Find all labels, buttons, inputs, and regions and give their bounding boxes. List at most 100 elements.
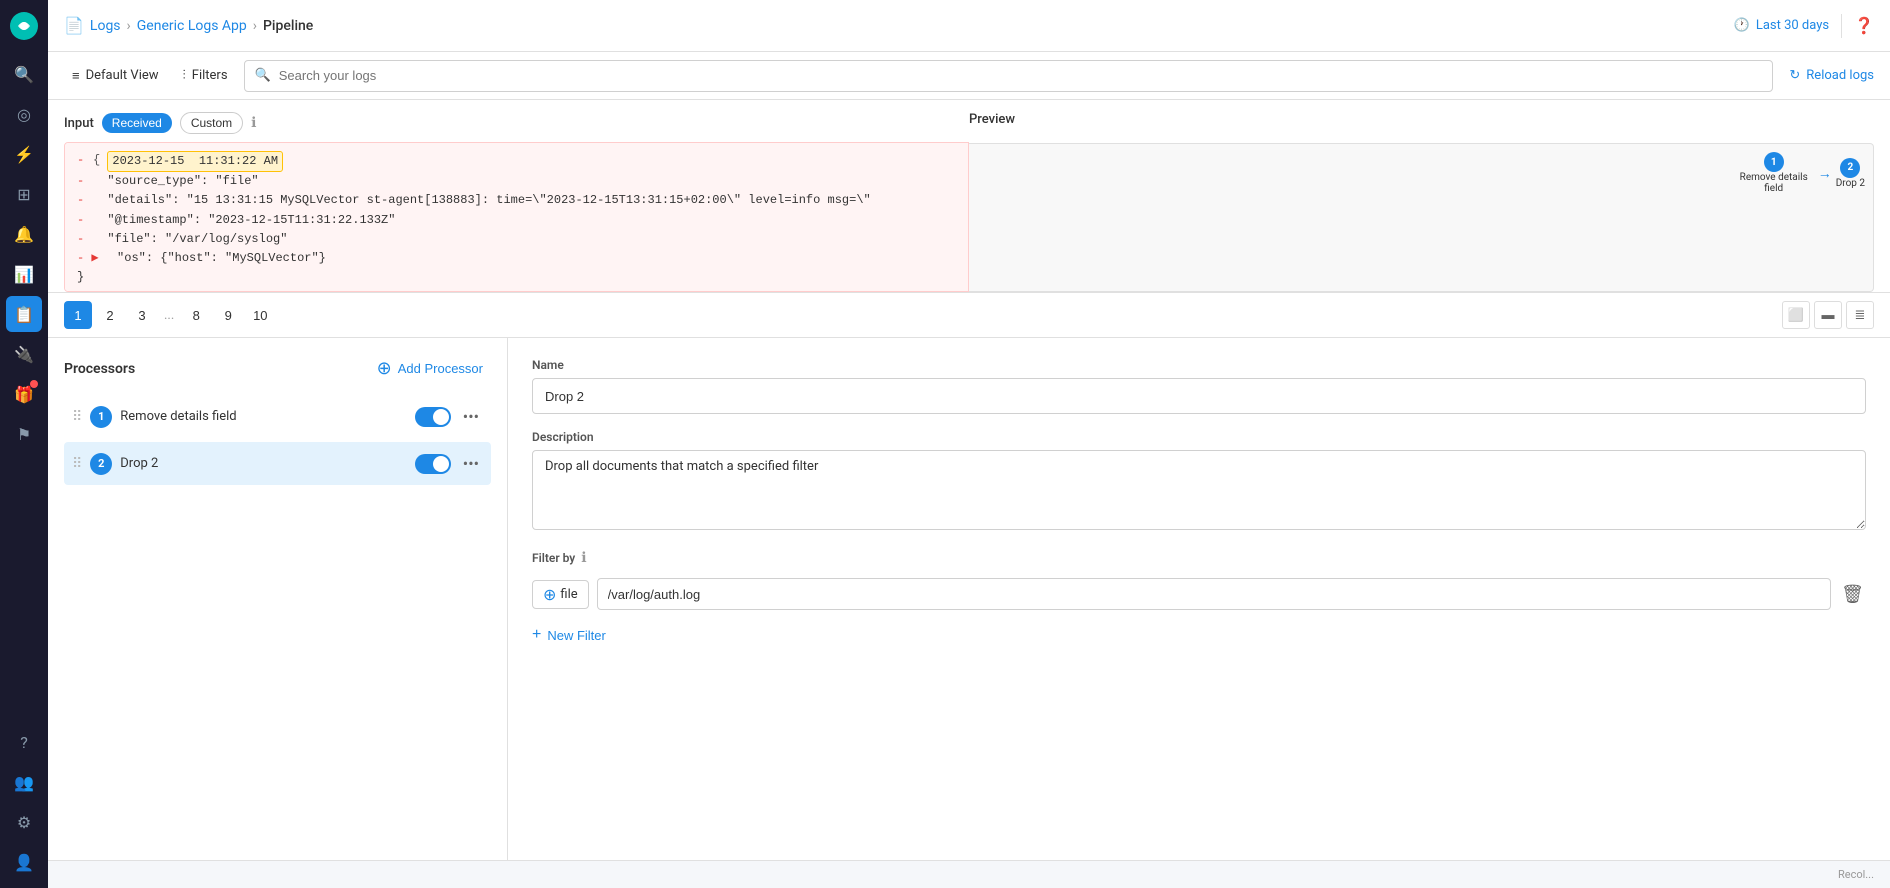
gift-icon: 🎁 bbox=[14, 385, 34, 404]
step2-badge[interactable]: 2 bbox=[1840, 158, 1860, 178]
filter-info-icon[interactable]: ℹ bbox=[581, 550, 586, 566]
page-btn-8[interactable]: 8 bbox=[182, 301, 210, 329]
search-bar-icon: 🔍 bbox=[255, 68, 271, 83]
input-preview-section: Input Received Custom ℹ - { 2023-12-15 1… bbox=[48, 100, 1890, 293]
sidebar-item-gift[interactable]: 🎁 bbox=[6, 376, 42, 412]
toggle-2[interactable] bbox=[415, 454, 451, 474]
tab-received[interactable]: Received bbox=[102, 113, 172, 133]
reload-button[interactable]: ↻ Reload logs bbox=[1789, 68, 1874, 83]
expand-icon: ⬜ bbox=[1788, 308, 1804, 323]
add-processor-button[interactable]: ⊕ Add Processor bbox=[369, 354, 491, 383]
filter-delete-button[interactable]: 🗑 bbox=[1839, 582, 1866, 607]
sidebar-item-flag[interactable]: ⚑ bbox=[6, 416, 42, 452]
clock-icon: 🕐 bbox=[1734, 18, 1750, 33]
page-btn-3[interactable]: 3 bbox=[128, 301, 156, 329]
page-btn-1[interactable]: 1 bbox=[64, 301, 92, 329]
bell-icon: 🔔 bbox=[14, 225, 34, 244]
dashboard-icon: 📊 bbox=[14, 265, 34, 284]
processor-name-2: Drop 2 bbox=[120, 456, 407, 471]
page-btn-9[interactable]: 9 bbox=[214, 301, 242, 329]
integrations-icon: 🔌 bbox=[14, 345, 34, 364]
processor-item-2[interactable]: ⠿ 2 Drop 2 ••• bbox=[64, 442, 491, 485]
drag-handle-1[interactable]: ⠿ bbox=[72, 409, 82, 425]
processors-section: Processors ⊕ Add Processor ⠿ 1 Remove de… bbox=[48, 338, 1890, 860]
description-textarea[interactable]: Drop all documents that match a specifie… bbox=[532, 450, 1866, 530]
bottom-hint: Recol... bbox=[1838, 868, 1874, 881]
bottom-bar: Recol... bbox=[48, 860, 1890, 888]
more-btn-1[interactable]: ••• bbox=[459, 405, 483, 428]
code-line-6: - ▶ "os": {"host": "MySQLVector"} bbox=[77, 249, 956, 268]
pipeline-steps: 1 Remove details field → 2 Drop 2 bbox=[1734, 152, 1865, 194]
description-label: Description bbox=[532, 430, 1866, 444]
preview-panel: 1 Remove details field → 2 Drop 2 bbox=[969, 143, 1874, 292]
step1-badge[interactable]: 1 bbox=[1764, 152, 1784, 172]
toggle-1[interactable] bbox=[415, 407, 451, 427]
name-input[interactable] bbox=[532, 378, 1866, 414]
breadcrumb-current: Pipeline bbox=[263, 18, 313, 34]
sidebar-item-dashboard[interactable]: 📊 bbox=[6, 256, 42, 292]
sidebar-item-lightning[interactable]: ⚡ bbox=[6, 136, 42, 172]
step2-label[interactable]: Drop 2 bbox=[1836, 178, 1865, 189]
sidebar-item-search[interactable]: 🔍 bbox=[6, 56, 42, 92]
breadcrumb-app-link[interactable]: Generic Logs App bbox=[137, 18, 247, 34]
view-icon-expanded[interactable]: ⬜ bbox=[1782, 301, 1810, 329]
sidebar-item-user[interactable]: 👤 bbox=[6, 844, 42, 880]
processor-item-1[interactable]: ⠿ 1 Remove details field ••• bbox=[64, 395, 491, 438]
topbar-help-icon[interactable]: ❓ bbox=[1854, 16, 1874, 35]
processors-title: Processors bbox=[64, 361, 135, 377]
topbar: 📄 Logs › Generic Logs App › Pipeline 🕐 L… bbox=[48, 0, 1890, 52]
sidebar-item-help[interactable]: ? bbox=[6, 724, 42, 760]
view-icons: ⬜ ▬ ≣ bbox=[1782, 301, 1874, 329]
time-range-label: Last 30 days bbox=[1756, 18, 1829, 33]
breadcrumb-logs-link[interactable]: Logs bbox=[90, 18, 121, 34]
settings-icon: ⚙ bbox=[17, 813, 31, 832]
topbar-right: 🕐 Last 30 days ❓ bbox=[1734, 14, 1874, 38]
more-btn-2[interactable]: ••• bbox=[459, 452, 483, 475]
topbar-divider bbox=[1841, 14, 1842, 38]
timestamp-highlight: 2023-12-15 11:31:22 AM bbox=[107, 151, 283, 172]
processor-name-1: Remove details field bbox=[120, 409, 407, 424]
sidebar-item-bell[interactable]: 🔔 bbox=[6, 216, 42, 252]
code-line-2: - "source_type": "file" bbox=[77, 172, 956, 191]
filter-by-row: Filter by ℹ bbox=[532, 550, 1866, 566]
drag-handle-2[interactable]: ⠿ bbox=[72, 456, 82, 472]
input-panel: - { 2023-12-15 11:31:22 AM - "source_typ… bbox=[64, 142, 969, 292]
preview-label: Preview bbox=[969, 112, 1015, 135]
sidebar: 🔍 ◎ ⚡ ⊞ 🔔 📊 📋 🔌 🎁 ⚑ ? 👥 ⚙ 👤 bbox=[0, 0, 48, 888]
page-btn-10[interactable]: 10 bbox=[246, 301, 274, 329]
view-icon-list[interactable]: ≣ bbox=[1846, 301, 1874, 329]
filter-field-name: file bbox=[560, 587, 577, 602]
new-filter-button[interactable]: + New Filter bbox=[532, 622, 606, 648]
step1-label[interactable]: Remove details field bbox=[1734, 172, 1814, 194]
filter-field-plus-icon: ⊕ bbox=[543, 585, 556, 604]
default-view-button[interactable]: ≡ Default View bbox=[64, 64, 167, 88]
view-icon-compact[interactable]: ▬ bbox=[1814, 301, 1842, 329]
new-filter-plus-icon: + bbox=[532, 626, 541, 644]
sidebar-item-integrations[interactable]: 🔌 bbox=[6, 336, 42, 372]
time-range-selector[interactable]: 🕐 Last 30 days bbox=[1734, 18, 1829, 33]
user-icon: 👤 bbox=[14, 853, 34, 872]
sidebar-item-observability[interactable]: ◎ bbox=[6, 96, 42, 132]
sidebar-item-team[interactable]: 👥 bbox=[6, 764, 42, 800]
breadcrumb: 📄 Logs › Generic Logs App › Pipeline bbox=[64, 16, 313, 35]
input-label: Input bbox=[64, 116, 94, 131]
compact-icon: ▬ bbox=[1822, 307, 1835, 323]
filter-value-input[interactable] bbox=[597, 578, 1831, 610]
code-line-1: - { 2023-12-15 11:31:22 AM bbox=[77, 151, 956, 172]
plus-icon: ⊕ bbox=[377, 358, 392, 379]
detail-panel: Name Description Drop all documents that… bbox=[508, 338, 1890, 860]
filter-field-tag[interactable]: ⊕ file bbox=[532, 580, 589, 609]
code-line-4: - "@timestamp": "2023-12-15T11:31:22.133… bbox=[77, 211, 956, 230]
filters-button[interactable]: ⫶ Filters bbox=[183, 68, 228, 83]
observability-icon: ◎ bbox=[17, 105, 31, 124]
sidebar-item-settings[interactable]: ⚙ bbox=[6, 804, 42, 840]
search-input[interactable] bbox=[279, 68, 1763, 83]
sidebar-item-logs[interactable]: 📋 bbox=[6, 296, 42, 332]
breadcrumb-sep1: › bbox=[127, 18, 131, 34]
input-info-icon[interactable]: ℹ bbox=[251, 115, 256, 131]
tab-custom[interactable]: Custom bbox=[180, 112, 243, 134]
page-btn-2[interactable]: 2 bbox=[96, 301, 124, 329]
body-area: Input Received Custom ℹ - { 2023-12-15 1… bbox=[48, 100, 1890, 860]
sidebar-item-grid[interactable]: ⊞ bbox=[6, 176, 42, 212]
main-content: 📄 Logs › Generic Logs App › Pipeline 🕐 L… bbox=[48, 0, 1890, 888]
